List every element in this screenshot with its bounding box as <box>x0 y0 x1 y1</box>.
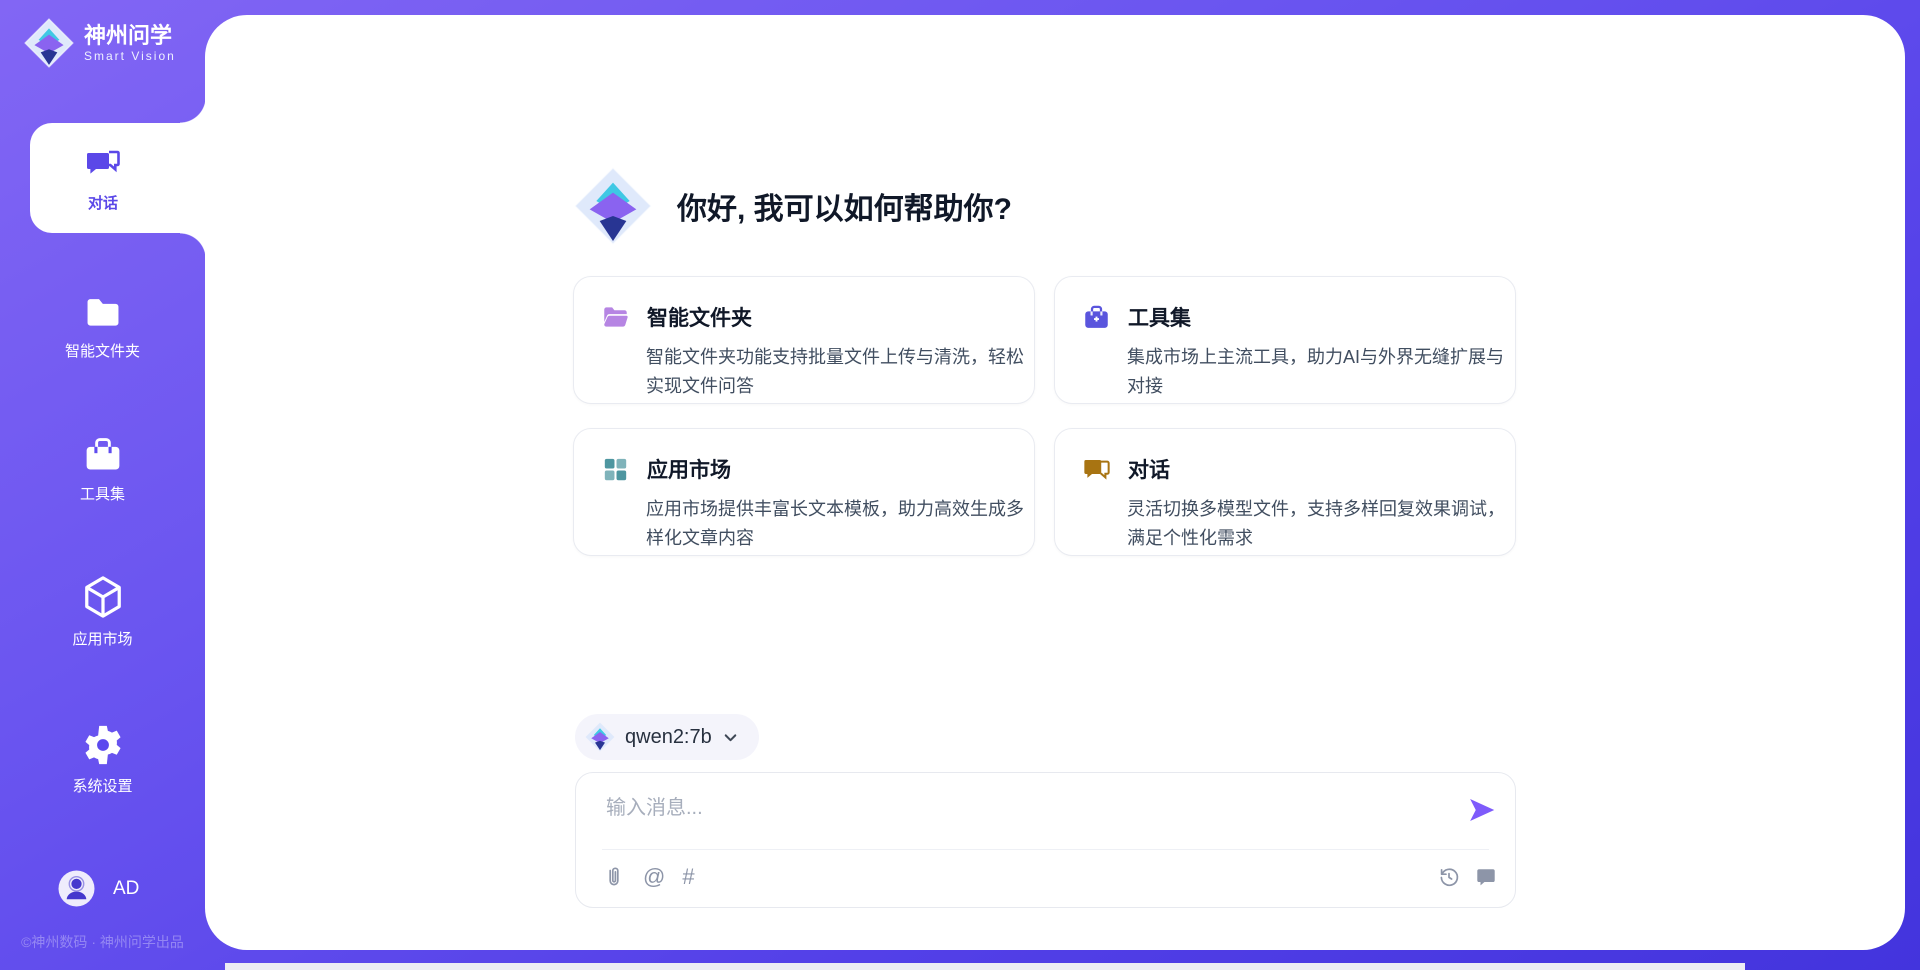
card-title: 应用市场 <box>647 454 731 484</box>
gear-icon <box>82 724 124 766</box>
message-input[interactable] <box>606 791 1446 843</box>
feature-cards: 智能文件夹 智能文件夹功能支持批量文件上传与清洗，轻松实现文件问答 工具集 集成… <box>573 276 1516 556</box>
composer-divider <box>602 849 1489 850</box>
at-sign-icon[interactable]: @ <box>643 865 665 889</box>
greeting-text: 你好, 我可以如何帮助你? <box>677 184 1012 228</box>
history-icon[interactable] <box>1437 865 1461 889</box>
bottom-edge-strip <box>225 963 1745 970</box>
card-title: 智能文件夹 <box>647 302 752 332</box>
sidebar-footer: ©神州数码 · 神州问学出品 <box>0 932 205 952</box>
model-name: qwen2:7b <box>625 726 712 749</box>
grid-icon <box>602 456 629 483</box>
chevron-down-icon <box>722 729 739 746</box>
folder-open-icon <box>602 304 629 331</box>
diamond-logo-icon <box>585 722 615 752</box>
brand-name: 神州问学 <box>84 23 176 49</box>
sidebar-item-smart-folder[interactable]: 智能文件夹 <box>0 285 205 369</box>
paperclip-icon[interactable] <box>602 865 626 889</box>
card-description: 灵活切换多模型文件，支持多样回复效果调试，满足个性化需求 <box>1127 495 1509 553</box>
hash-icon[interactable]: # <box>682 865 694 889</box>
brand: 神州问学 Smart Vision <box>24 18 176 68</box>
sidebar-item-label: 智能文件夹 <box>65 340 140 361</box>
model-selector[interactable]: qwen2:7b <box>575 714 759 760</box>
sidebar-item-label: 工具集 <box>80 483 125 504</box>
message-composer: @ # <box>575 772 1516 908</box>
card-chat[interactable]: 对话 灵活切换多模型文件，支持多样回复效果调试，满足个性化需求 <box>1054 428 1516 556</box>
greeting: 你好, 我可以如何帮助你? <box>573 166 1012 246</box>
card-title: 对话 <box>1128 454 1170 484</box>
sidebar-item-chat[interactable]: 对话 <box>30 123 206 233</box>
card-toolset[interactable]: 工具集 集成市场上主流工具，助力AI与外界无缝扩展与对接 <box>1054 276 1516 404</box>
sidebar-item-toolset[interactable]: 工具集 <box>0 428 205 512</box>
sidebar-item-label: 对话 <box>88 192 118 213</box>
card-app-market[interactable]: 应用市场 应用市场提供丰富长文本模板，助力高效生成多样化文章内容 <box>573 428 1035 556</box>
sidebar-item-app-market[interactable]: 应用市场 <box>0 570 205 654</box>
card-description: 集成市场上主流工具，助力AI与外界无缝扩展与对接 <box>1127 343 1509 401</box>
card-smart-folder[interactable]: 智能文件夹 智能文件夹功能支持批量文件上传与清洗，轻松实现文件问答 <box>573 276 1035 404</box>
comment-icon[interactable] <box>1475 866 1497 888</box>
chat-bubble-icon <box>1083 456 1110 483</box>
send-icon[interactable] <box>1467 795 1497 825</box>
user-account[interactable]: AD <box>58 870 139 907</box>
sidebar-item-settings[interactable]: 系统设置 <box>0 718 205 802</box>
card-description: 应用市场提供丰富长文本模板，助力高效生成多样化文章内容 <box>646 495 1028 553</box>
card-title: 工具集 <box>1128 302 1191 332</box>
sidebar: 神州问学 Smart Vision 对话 智能文件夹 <box>0 0 205 970</box>
brand-diamond-icon <box>24 18 74 68</box>
greeting-diamond-logo-icon <box>573 166 653 246</box>
card-description: 智能文件夹功能支持批量文件上传与清洗，轻松实现文件问答 <box>646 343 1028 401</box>
sidebar-item-label: 应用市场 <box>72 628 132 649</box>
folder-icon <box>83 293 123 331</box>
sidebar-item-label: 系统设置 <box>72 775 132 796</box>
briefcase-icon <box>1083 304 1110 331</box>
toolbox-icon <box>83 436 123 474</box>
user-initials: AD <box>113 878 139 900</box>
avatar <box>58 870 95 907</box>
chat-icon <box>83 144 123 184</box>
brand-subtitle: Smart Vision <box>84 49 176 63</box>
cube-icon <box>82 575 124 619</box>
